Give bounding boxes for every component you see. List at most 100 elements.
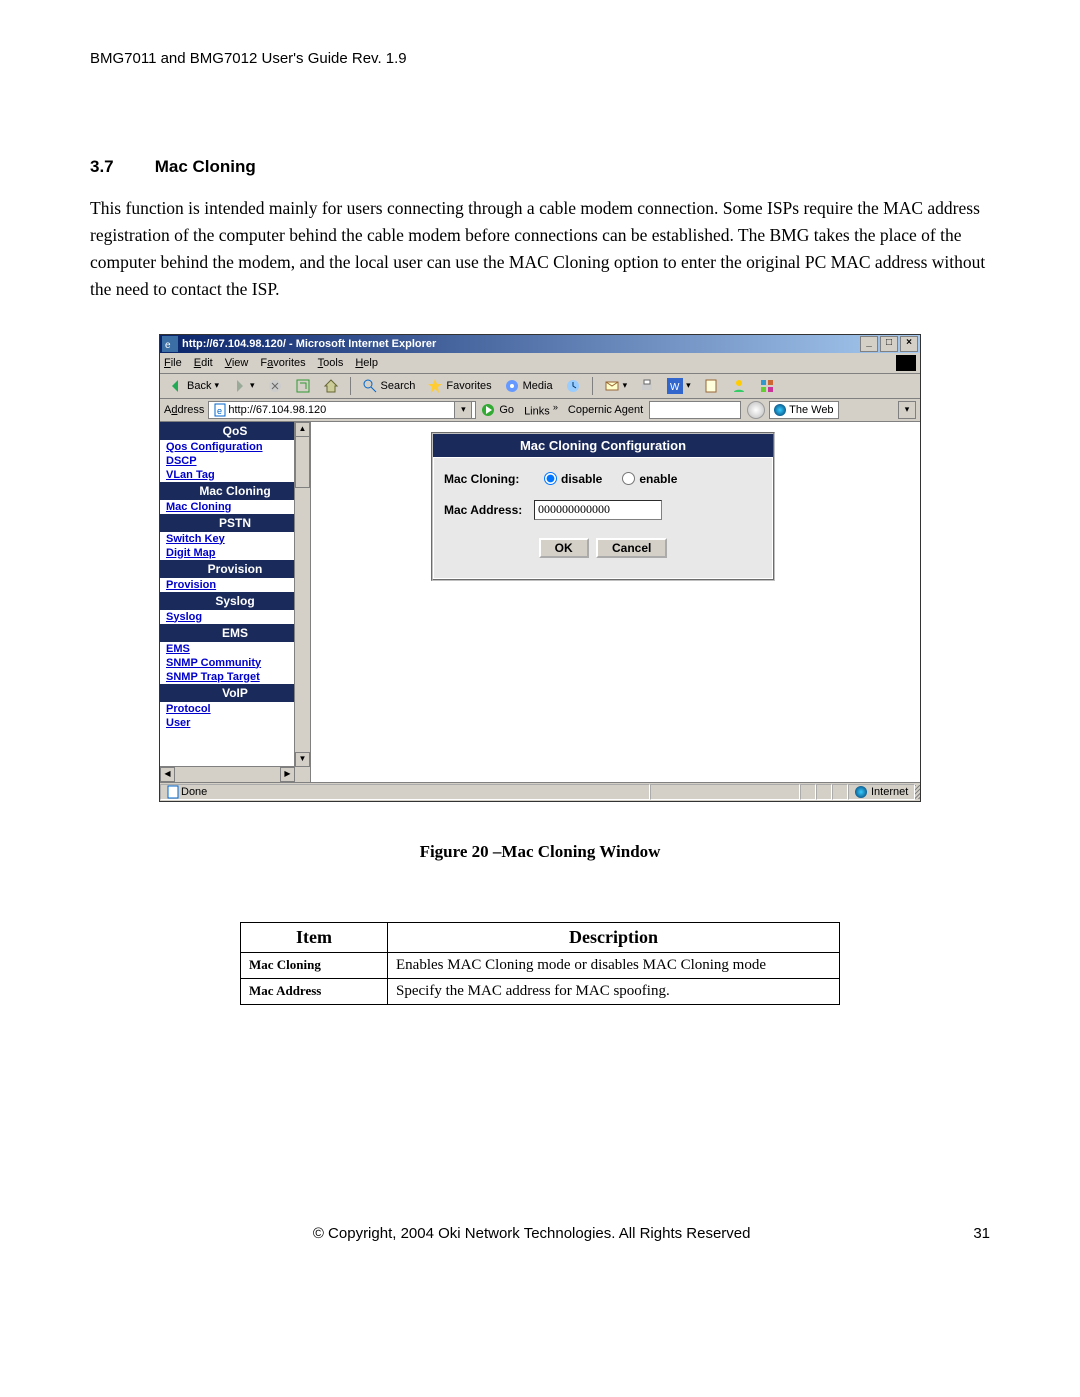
ie-addressbar: Address e http://67.104.98.120 ▾ Go Link… [160,399,920,422]
sidebar-link[interactable]: Provision [160,578,310,592]
svg-text:e: e [165,340,171,351]
section-title: Mac Cloning [155,157,256,176]
address-dropdown[interactable]: ▾ [454,401,472,419]
scroll-up-icon[interactable]: ▲ [295,422,310,437]
status-zone: Internet [848,784,915,800]
refresh-button[interactable] [291,377,315,395]
go-icon [480,402,496,418]
search-button[interactable]: Search [358,377,420,395]
status-text: Done [181,786,207,798]
note-button[interactable] [699,377,723,395]
media-label: Media [523,380,553,392]
page-footer: © Copyright, 2004 Oki Network Technologi… [90,1225,990,1242]
col-item: Item [241,922,388,952]
forward-button[interactable]: ▾ [227,377,259,395]
ie-window: e http://67.104.98.120/ - Microsoft Inte… [159,334,921,802]
sidebar-link[interactable]: Qos Configuration [160,440,310,454]
status-progress [650,784,800,800]
sidebar-link[interactable]: VLan Tag [160,468,310,482]
col-desc: Description [388,922,840,952]
nav-sidebar: QoSQos ConfigurationDSCPVLan TagMac Clon… [160,422,311,782]
mac-cloning-label: Mac Cloning: [444,472,534,486]
svg-text:W: W [670,382,680,393]
media-button[interactable]: Media [500,377,557,395]
copyright: © Copyright, 2004 Oki Network Technologi… [90,1225,973,1242]
sidebar-link[interactable]: Digit Map [160,546,310,560]
sidebar-scrollbar-horizontal[interactable]: ◀ ▶ [160,766,295,782]
note-icon [703,378,719,394]
radio-enable[interactable] [622,472,635,485]
ie-statusbar: Done Internet [160,782,920,801]
sidebar-link[interactable]: Protocol [160,702,310,716]
page-icon [165,784,181,800]
back-button[interactable]: Back ▾ [164,377,223,395]
scroll-down-icon[interactable]: ▼ [295,752,310,767]
maximize-button[interactable]: □ [880,336,898,352]
stop-button[interactable] [263,377,287,395]
sidebar-link[interactable]: User [160,716,310,730]
scroll-left-icon[interactable]: ◀ [160,767,175,782]
sidebar-link[interactable]: Mac Cloning [160,500,310,514]
menu-edit[interactable]: Edit [194,357,213,369]
sidebar-link[interactable]: SNMP Community [160,656,310,670]
mac-address-input[interactable] [534,500,662,520]
search-label: Search [381,380,416,392]
sidebar-scrollbar-vertical[interactable]: ▲ ▼ [294,422,310,782]
sidebar-link[interactable]: SNMP Trap Target [160,670,310,684]
sidebar-header: EMS [160,624,310,642]
radio-disable[interactable] [544,472,557,485]
menu-help[interactable]: Help [355,357,378,369]
address-input[interactable]: e http://67.104.98.120 ▾ [208,401,476,419]
scope-label: The Web [789,404,833,416]
history-button[interactable] [561,377,585,395]
extra-button[interactable] [755,377,779,395]
ie-menubar: File Edit View Favorites Tools Help [160,353,920,374]
main-panel: Mac Cloning Configuration Mac Cloning: d… [311,422,920,782]
go-button[interactable]: Go [480,402,514,418]
resize-grip-icon[interactable] [915,785,920,799]
desc-cell: Specify the MAC address for MAC spoofing… [388,978,840,1004]
copernic-input[interactable] [649,401,741,419]
ie-app-icon: e [162,336,178,352]
links-label[interactable]: Links » [524,402,558,418]
minimize-button[interactable]: _ [860,336,878,352]
chevron-down-icon: ▾ [250,380,255,391]
ie-content: QoSQos ConfigurationDSCPVLan TagMac Clon… [160,422,920,782]
word-icon: W [667,378,683,394]
close-button[interactable]: × [900,336,918,352]
ie-titlebar: e http://67.104.98.120/ - Microsoft Inte… [160,335,920,353]
menu-favorites[interactable]: Favorites [260,357,305,369]
mail-icon [604,378,620,394]
menu-view[interactable]: View [225,357,249,369]
sidebar-link[interactable]: Syslog [160,610,310,624]
status-slot-3 [832,784,848,800]
menu-file[interactable]: File [164,357,182,369]
messenger-button[interactable] [727,377,751,395]
sidebar-link[interactable]: DSCP [160,454,310,468]
sidebar-link[interactable]: EMS [160,642,310,656]
sidebar-link[interactable]: Switch Key [160,532,310,546]
history-icon [565,378,581,394]
menu-tools[interactable]: Tools [318,357,344,369]
scope-drop-button[interactable]: ▾ [898,401,916,419]
scroll-right-icon[interactable]: ▶ [280,767,295,782]
word-button[interactable]: W▾ [663,377,695,395]
favorites-button[interactable]: Favorites [423,377,495,395]
table-row: Mac CloningEnables MAC Cloning mode or d… [241,952,840,978]
ok-button[interactable]: OK [539,538,589,558]
chevron-down-icon: ▾ [214,380,219,391]
mail-button[interactable]: ▾ [600,377,632,395]
home-button[interactable] [319,377,343,395]
section-number: 3.7 [90,157,150,177]
address-label: Address [164,404,204,416]
cancel-button[interactable]: Cancel [596,538,667,558]
desc-cell: Enables MAC Cloning mode or disables MAC… [388,952,840,978]
radio-enable-label: enable [639,472,677,486]
copernic-search-icon[interactable] [747,401,765,419]
scroll-thumb[interactable] [295,436,310,488]
page-icon: e [212,402,228,418]
sidebar-header: PSTN [160,514,310,532]
search-scope-dropdown[interactable]: The Web [769,401,838,419]
star-icon [427,378,443,394]
print-button[interactable] [635,377,659,395]
